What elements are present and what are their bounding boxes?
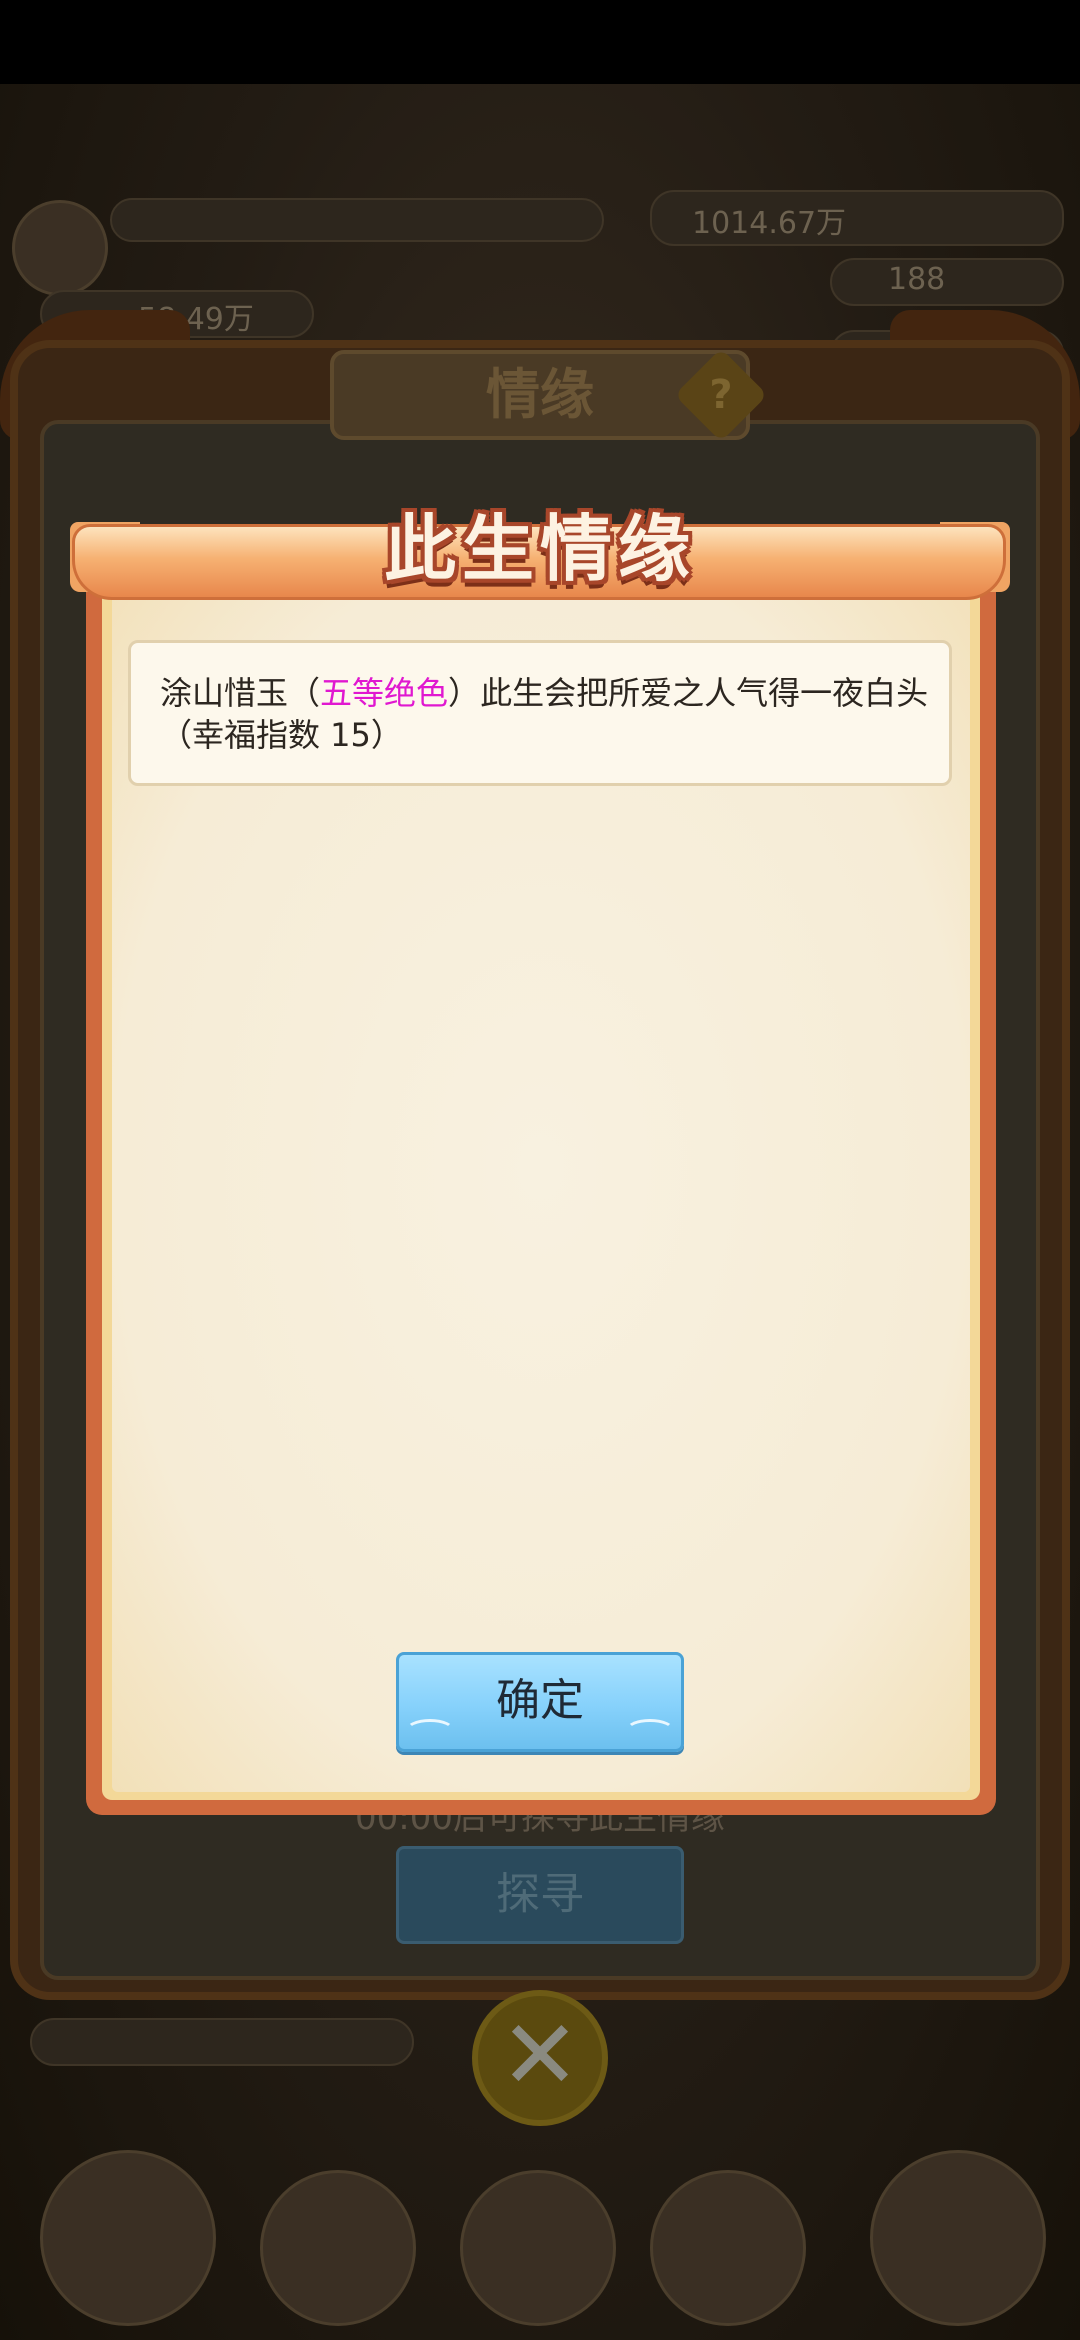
resource-value-1: 1014.67万 [692, 206, 847, 241]
swirl-decoration-right [625, 1719, 675, 1743]
help-label: ? [709, 372, 733, 418]
fate-entry-text: 涂山惜玉（五等绝色）此生会把所爱之人气得一夜白头（幸福指数 15） [160, 672, 930, 756]
fate-entry-close-paren: ） [448, 674, 481, 712]
swirl-decoration-left [405, 1719, 455, 1743]
nav-icon-5[interactable] [870, 2150, 1046, 2326]
dialog-title: 此生情缘 [383, 506, 696, 591]
help-icon[interactable]: ? [674, 348, 768, 442]
resource-pill-1: 1014.67万 [650, 190, 1064, 246]
bottom-progress-bar [30, 2018, 414, 2066]
resource-value-3: 188 [888, 262, 946, 297]
fate-entry-name: 涂山惜玉 [160, 674, 289, 712]
confirm-button-label: 确定 [496, 1675, 584, 1726]
nav-icon-3[interactable] [460, 2170, 616, 2326]
nav-icon-4[interactable] [650, 2170, 806, 2326]
exp-bar [110, 198, 604, 242]
avatar-icon [12, 200, 108, 296]
nav-icon-2[interactable] [260, 2170, 416, 2326]
fate-entry-open-paren: （ [288, 674, 321, 712]
nav-icon-1[interactable] [40, 2150, 216, 2326]
close-icon[interactable]: ✕ [472, 1990, 608, 2126]
status-bar-area [0, 0, 1080, 84]
resource-pill-3: 188 [830, 258, 1064, 306]
confirm-button[interactable]: 确定 [396, 1652, 684, 1752]
fate-entry-rank: 五等绝色 [320, 674, 449, 712]
search-button[interactable]: 探寻 [396, 1846, 684, 1944]
